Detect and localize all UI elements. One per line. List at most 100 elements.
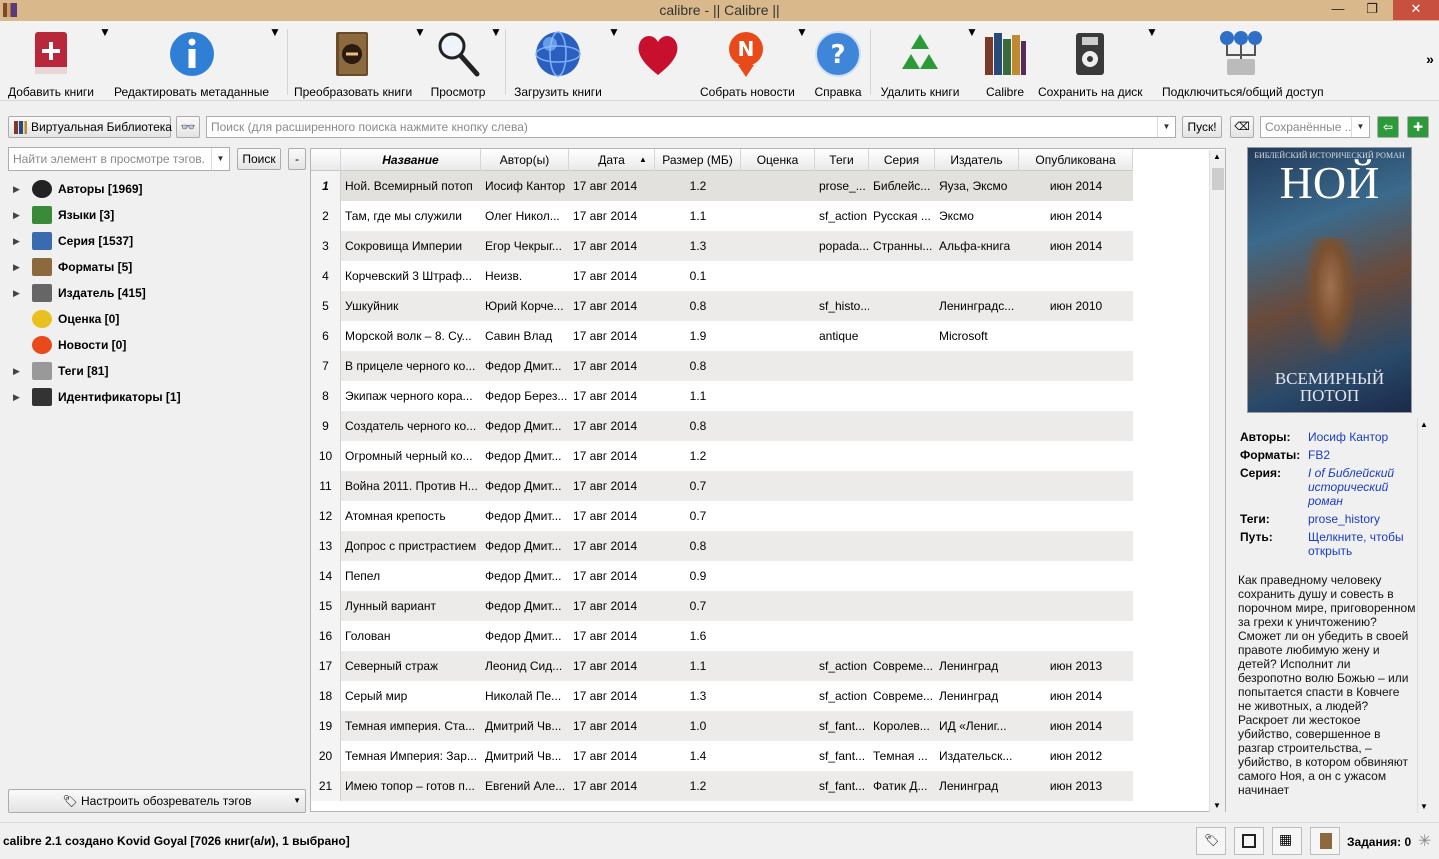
expand-arrow-icon[interactable]: ▶ [13,385,20,409]
series-link[interactable]: I of Библейский исторический роман [1308,466,1408,508]
column-header-0[interactable]: Название [341,149,481,171]
expand-arrow-icon[interactable]: ▶ [13,281,20,305]
jobs-indicator[interactable]: Задания: 0 [1347,835,1411,849]
expand-arrow-icon[interactable]: ▶ [13,203,20,227]
saved-searches-dropdown-icon[interactable]: ▼ [1351,117,1369,137]
details-scroll-up-icon[interactable]: ▲ [1420,420,1428,429]
clear-search-button[interactable]: ⌫ [1230,116,1254,138]
save-dropdown-icon[interactable]: ▼ [1146,25,1158,99]
maximize-button[interactable]: ❐ [1357,0,1387,20]
table-row[interactable]: 8 Экипаж черного кора... Федор Берез... 17 … [311,381,1133,411]
tag-category-4[interactable]: ▶ Издатель [415] [0,281,300,305]
view-dropdown-icon[interactable]: ▼ [490,25,502,99]
table-row[interactable]: 3 Сокровища Империи Егор Чекрыг... 17 авг 2… [311,231,1133,261]
remove-dropdown-icon[interactable]: ▼ [966,25,978,99]
tag-category-8[interactable]: ▶ Идентификаторы [1] [0,385,300,409]
expand-arrow-icon[interactable]: ▶ [13,255,20,279]
table-row[interactable]: 17 Северный страж Леонид Сид... 17 авг 2014… [311,651,1133,681]
connect-share-button[interactable]: Подключиться/общий доступ [1162,25,1324,99]
save-to-disk-button[interactable]: Сохранить на диск [1038,25,1143,99]
tag-category-0[interactable]: ▶ Авторы [1969] [0,177,300,201]
book-list-scrollbar[interactable]: ▲ ▼ [1209,150,1225,812]
edit-metadata-dropdown-icon[interactable]: ▼ [269,25,281,99]
grid-view-button[interactable]: ▦ [1272,827,1302,855]
table-row[interactable]: 7 В прицеле черного ко... Федор Дмит... 17 … [311,351,1133,381]
view-button[interactable]: Просмотр [430,25,486,99]
tag-category-3[interactable]: ▶ Форматы [5] [0,255,300,279]
configure-tag-browser-button[interactable]: 🏷 Настроить обозреватель тэгов ▼ [8,789,306,813]
scroll-up-icon[interactable]: ▲ [1213,152,1221,161]
table-row[interactable]: 1 Ной. Всемирный потоп Иосиф Кантор 17 авг … [311,171,1133,201]
tag-find-input[interactable]: Найти элемент в просмотре тэгов. ▼ [8,147,230,171]
library-button[interactable]: Calibre [982,25,1028,99]
add-books-dropdown-icon[interactable]: ▼ [99,25,111,99]
virtual-library-button[interactable]: Виртуальная Библиотека [8,116,172,138]
get-books-button[interactable]: Загрузить книги [512,25,604,99]
table-row[interactable]: 20 Темная Империя: Зар... Дмитрий Чв... 17 … [311,741,1133,771]
book-details-toggle-button[interactable] [1310,827,1340,855]
tag-category-7[interactable]: ▶ Теги [81] [0,359,300,383]
table-row[interactable]: 13 Допрос с пристрастием Федор Дмит... 17 а… [311,531,1133,561]
get-books-dropdown-icon[interactable]: ▼ [608,25,620,99]
details-scroll-down-icon[interactable]: ▼ [1420,802,1428,811]
save-search-button[interactable]: ⇦ [1377,116,1399,138]
cover-grid-toggle-button[interactable] [1234,827,1264,855]
formats-link[interactable]: FB2 [1308,448,1408,462]
column-header-3[interactable]: Размер (МБ) [655,149,741,171]
minimize-button[interactable]: — [1323,0,1353,20]
tag-category-6[interactable]: Новости [0] [0,333,300,357]
table-row[interactable]: 4 Корчевский 3 Штраф... Неизв. 17 авг 2014 0… [311,261,1133,291]
table-row[interactable]: 16 Голован Федор Дмит... 17 авг 2014 1.6 [311,621,1133,651]
tag-find-dropdown-icon[interactable]: ▼ [211,148,229,170]
search-history-dropdown-icon[interactable]: ▼ [1157,117,1175,137]
search-go-button[interactable]: Пуск! [1182,116,1222,138]
path-link[interactable]: Щелкните, чтобы открыть [1308,530,1408,558]
table-row[interactable]: 10 Огромный черный ко... Федор Дмит... 17 а… [311,441,1133,471]
convert-dropdown-icon[interactable]: ▼ [414,25,426,99]
tag-collapse-button[interactable]: - [288,148,306,170]
tag-browser-toggle-button[interactable]: 🏷 [1196,827,1226,855]
convert-books-button[interactable]: Преобразовать книги [294,25,412,99]
table-row[interactable]: 15 Лунный вариант Федор Дмит... 17 авг 2014… [311,591,1133,621]
edit-metadata-button[interactable]: Редактировать метаданные [114,25,269,99]
fetch-news-button[interactable]: N Собрать новости [700,25,795,99]
authors-link[interactable]: Иосиф Кантор [1308,430,1408,444]
table-row[interactable]: 6 Морской волк – 8. Су... Савин Влад 17 авг… [311,321,1133,351]
details-scrollbar[interactable]: ▲ ▼ [1417,418,1431,813]
scroll-thumb[interactable] [1212,168,1224,190]
advanced-search-button[interactable]: 👓 [176,116,200,138]
column-header-5[interactable]: Теги [815,149,869,171]
table-row[interactable]: 12 Атомная крепость Федор Дмит... 17 авг 20… [311,501,1133,531]
table-row[interactable]: 2 Там, где мы служили Олег Никол... 17 авг … [311,201,1133,231]
column-header-1[interactable]: Автор(ы) [481,149,569,171]
close-button[interactable]: ✕ [1393,0,1439,20]
scroll-down-icon[interactable]: ▼ [1213,801,1221,810]
tag-category-2[interactable]: ▶ Серия [1537] [0,229,300,253]
table-row[interactable]: 11 Война 2011. Против Н... Федор Дмит... 17… [311,471,1133,501]
add-saved-search-button[interactable]: ✚ [1407,116,1429,138]
help-button[interactable]: ? Справка [812,25,864,99]
column-header-7[interactable]: Издатель [935,149,1019,171]
book-cover[interactable]: БИБЛЕЙСКИЙ ИСТОРИЧЕСКИЙ РОМАН НОЙ ВСЕМИР… [1247,147,1412,413]
table-row[interactable]: 5 Ушкуйник Юрий Корче... 17 авг 2014 0.8 sf_h… [311,291,1133,321]
news-dropdown-icon[interactable]: ▼ [796,25,808,99]
table-row[interactable]: 21 Имею топор – готов п... Евгений Але... 1… [311,771,1133,801]
tag-category-1[interactable]: ▶ Языки [3] [0,203,300,227]
column-header-8[interactable]: Опубликована [1019,149,1133,171]
table-row[interactable]: 19 Темная империя. Ста... Дмитрий Чв... 17 … [311,711,1133,741]
remove-books-button[interactable]: Удалить книги [876,25,964,99]
tags-link[interactable]: prose_history [1308,512,1408,526]
tag-category-5[interactable]: Оценка [0] [0,307,300,331]
expand-arrow-icon[interactable]: ▶ [13,229,20,253]
expand-arrow-icon[interactable]: ▶ [13,359,20,383]
column-header-4[interactable]: Оценка [741,149,815,171]
add-books-button[interactable]: Добавить книги [2,25,100,99]
table-row[interactable]: 9 Создатель черного ко... Федор Дмит... 17 … [311,411,1133,441]
table-row[interactable]: 14 Пепел Федор Дмит... 17 авг 2014 0.9 [311,561,1133,591]
column-header-6[interactable]: Серия [869,149,935,171]
search-input[interactable]: Поиск (для расширенного поиска нажмите к… [206,116,1176,138]
table-row[interactable]: 18 Серый мир Николай Пе... 17 авг 2014 1.3 sf… [311,681,1133,711]
tag-find-button[interactable]: Поиск [237,148,281,170]
expand-arrow-icon[interactable]: ▶ [13,177,20,201]
saved-searches-select[interactable]: Сохранённые ... ▼ [1260,116,1370,138]
